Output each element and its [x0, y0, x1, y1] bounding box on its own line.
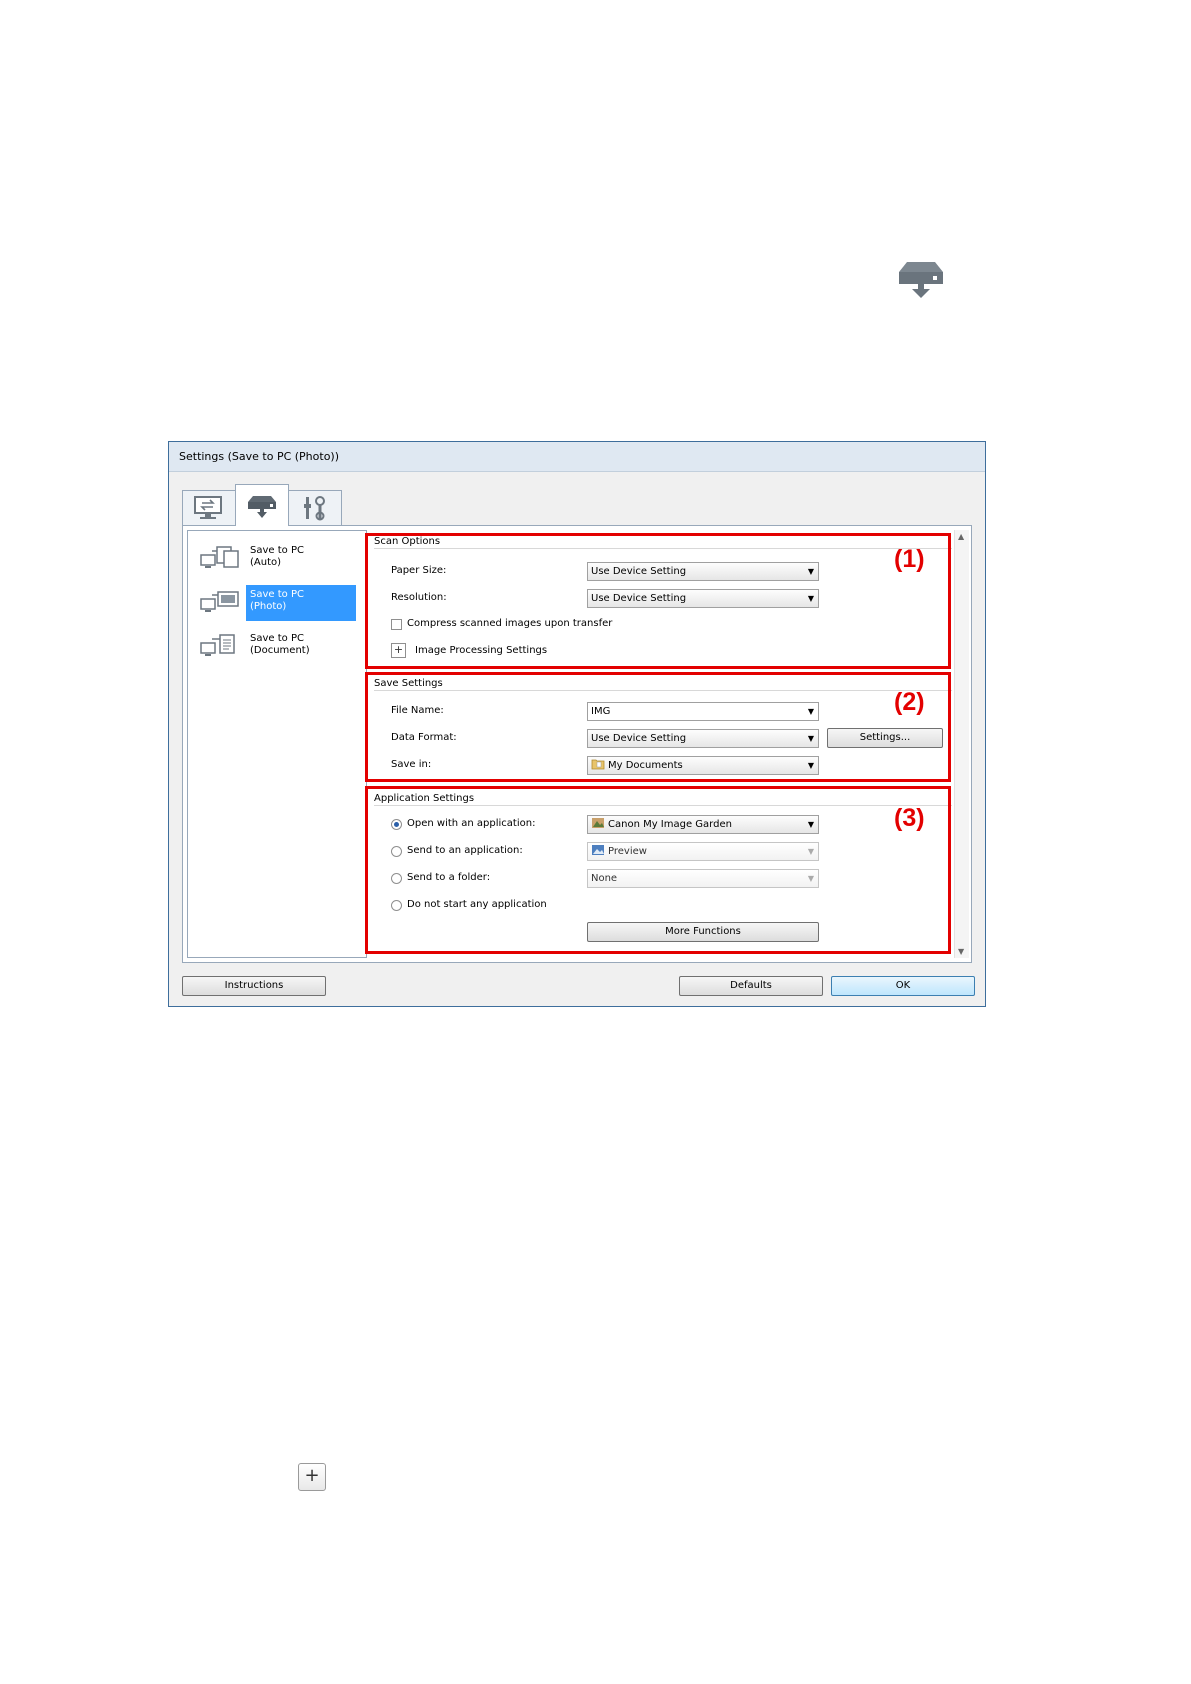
save-settings-title: Save Settings [374, 678, 443, 689]
list-item-label: Save to PC (Auto) [250, 545, 304, 568]
tab-scan-from-computer[interactable] [182, 490, 236, 525]
open-with-application-select[interactable]: Canon My Image Garden ▼ [587, 815, 819, 834]
chevron-down-icon: ▼ [807, 734, 814, 743]
tab-general-settings[interactable] [288, 490, 342, 525]
file-name-value: IMG [591, 706, 611, 717]
save-to-pc-document-icon [200, 634, 235, 656]
application-settings-title: Application Settings [374, 793, 475, 804]
dialog-title: Settings (Save to PC (Photo)) [169, 442, 985, 472]
list-item-save-to-pc-auto[interactable]: Save to PC (Auto) [188, 535, 366, 579]
list-item-label: Save to PC (Document) [250, 633, 310, 656]
send-to-folder-label: Send to a folder: [407, 872, 491, 883]
vertical-scrollbar[interactable]: ▲ ▼ [954, 530, 969, 958]
save-in-label: Save in: [391, 759, 432, 770]
save-to-pc-photo-icon [200, 591, 239, 612]
save-to-pc-auto-icon [200, 546, 239, 568]
file-name-input[interactable]: IMG ▼ [587, 702, 819, 721]
group-divider [374, 690, 952, 691]
chevron-down-icon: ▼ [807, 761, 814, 770]
chevron-down-icon: ▼ [807, 594, 814, 603]
defaults-button[interactable]: Defaults [679, 976, 823, 996]
list-item-save-to-pc-photo[interactable]: Save to PC (Photo) [188, 579, 366, 623]
scan-options-title: Scan Options [374, 536, 441, 547]
image-processing-label: Image Processing Settings [415, 645, 548, 656]
paper-size-label: Paper Size: [391, 565, 447, 576]
resolution-value: Use Device Setting [591, 593, 687, 604]
send-to-folder-select[interactable]: None ▼ [587, 869, 819, 888]
open-with-application-radio[interactable] [391, 819, 402, 830]
data-format-select[interactable]: Use Device Setting ▼ [587, 729, 819, 748]
send-to-application-radio[interactable] [391, 846, 402, 857]
image-garden-app-icon [592, 818, 604, 828]
file-name-label: File Name: [391, 705, 444, 716]
do-not-start-application-radio[interactable] [391, 900, 402, 911]
ok-button[interactable]: OK [831, 976, 975, 996]
chevron-down-icon: ▼ [807, 847, 814, 856]
scroll-down-icon[interactable]: ▼ [958, 947, 964, 956]
application-settings-group: Application Settings Open with an applic… [369, 789, 957, 957]
expand-image-processing-button[interactable]: + [391, 643, 406, 658]
plus-icon: + [298, 1463, 326, 1491]
data-format-label: Data Format: [391, 732, 457, 743]
send-to-application-label: Send to an application: [407, 845, 523, 856]
scan-options-group: Scan Options Paper Size: Use Device Sett… [369, 532, 957, 660]
chevron-down-icon: ▼ [807, 820, 814, 829]
settings-dialog: Settings (Save to PC (Photo)) Save to PC… [168, 441, 986, 1007]
compress-checkbox[interactable] [391, 619, 402, 630]
save-in-value: My Documents [608, 760, 683, 771]
send-to-application-value: Preview [608, 846, 647, 857]
tab-scan-from-operation-panel[interactable] [235, 484, 289, 526]
settings-pane: Save to PC (Auto) Save to PC (Photo) Sav… [182, 525, 972, 963]
scan-from-computer-icon [194, 496, 222, 519]
compress-label: Compress scanned images upon transfer [407, 618, 613, 629]
list-item-label: Save to PC (Photo) [246, 585, 356, 621]
instructions-button[interactable]: Instructions [182, 976, 326, 996]
open-with-application-value: Canon My Image Garden [608, 819, 732, 830]
folder-icon [591, 759, 605, 770]
paper-size-select[interactable]: Use Device Setting ▼ [587, 562, 819, 581]
chevron-down-icon: ▼ [807, 707, 814, 716]
preview-app-icon [592, 845, 604, 855]
data-format-value: Use Device Setting [591, 733, 687, 744]
more-functions-button[interactable]: More Functions [587, 922, 819, 942]
group-divider [374, 805, 952, 806]
list-item-save-to-pc-document[interactable]: Save to PC (Document) [188, 623, 366, 667]
send-to-application-select[interactable]: Preview ▼ [587, 842, 819, 861]
callout-label-1: (1) [894, 545, 925, 573]
general-settings-icon [304, 496, 325, 521]
scan-from-operation-panel-icon [899, 262, 943, 298]
chevron-down-icon: ▼ [807, 567, 814, 576]
callout-label-2: (2) [894, 688, 925, 716]
data-format-settings-button[interactable]: Settings... [827, 728, 943, 748]
callout-label-3: (3) [894, 804, 925, 832]
send-to-folder-radio[interactable] [391, 873, 402, 884]
scroll-up-icon[interactable]: ▲ [958, 532, 964, 541]
scan-type-list: Save to PC (Auto) Save to PC (Photo) Sav… [187, 530, 367, 958]
resolution-label: Resolution: [391, 592, 447, 603]
scan-from-operation-panel-icon [248, 495, 276, 518]
send-to-folder-value: None [591, 873, 618, 884]
group-divider [374, 548, 952, 549]
plus-icon: + [393, 643, 404, 656]
chevron-down-icon: ▼ [807, 874, 814, 883]
save-settings-group: Save Settings File Name: IMG ▼ Data Form… [369, 674, 957, 775]
paper-size-value: Use Device Setting [591, 566, 687, 577]
do-not-start-application-label: Do not start any application [407, 899, 547, 910]
resolution-select[interactable]: Use Device Setting ▼ [587, 589, 819, 608]
open-with-application-label: Open with an application: [407, 818, 536, 829]
save-in-select[interactable]: My Documents ▼ [587, 756, 819, 775]
